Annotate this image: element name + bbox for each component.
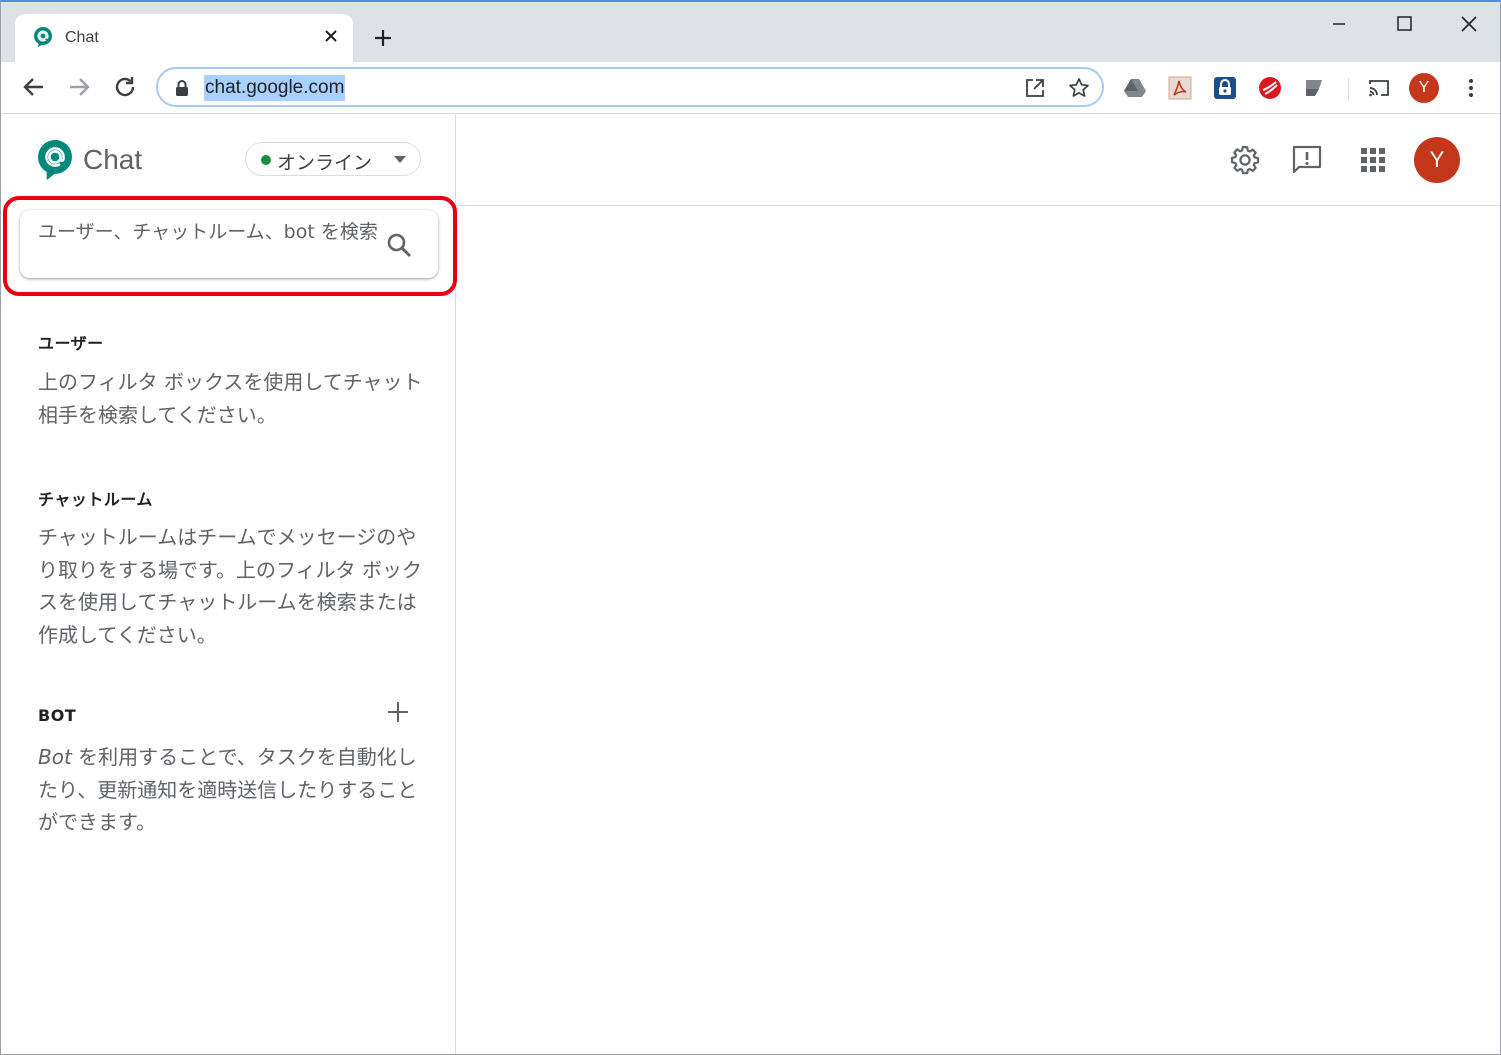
online-status-dot [261, 155, 271, 165]
more-vert-icon[interactable] [1459, 76, 1483, 100]
chat-logo-icon [38, 139, 72, 180]
main-header: Y [457, 114, 1500, 206]
bots-description-italic: Bot [38, 745, 72, 769]
chat-app: Chat オンライン ユーザー、チャットルーム、bot を検索 ユーザー 上のフ… [1, 114, 1500, 1054]
browser-window: Chat chat.google.com Y Chat オンライン ユーザー、チ… [0, 0, 1501, 1055]
users-section-title: ユーザー [38, 334, 104, 353]
address-bar[interactable]: chat.google.com [156, 67, 1104, 107]
search-input[interactable]: ユーザー、チャットルーム、bot を検索 [20, 210, 438, 278]
browser-tab-chat[interactable]: Chat [15, 14, 353, 62]
bots-description-text: を利用することで、タスクを自動化したり、更新通知を適時送信したりすることができま… [38, 745, 418, 834]
chevron-down-icon [394, 156, 406, 163]
users-section-description: 上のフィルタ ボックスを使用してチャット相手を検索してください。 [38, 370, 423, 427]
flag-extension-icon[interactable] [1303, 76, 1327, 100]
search-placeholder[interactable]: ユーザー、チャットルーム、bot を検索 [38, 220, 378, 244]
tab-title: Chat [65, 29, 99, 46]
url-text[interactable]: chat.google.com [204, 75, 346, 101]
app-name: Chat [83, 144, 143, 175]
password-manager-extension-icon[interactable] [1213, 76, 1237, 100]
browser-profile-avatar[interactable]: Y [1409, 73, 1439, 103]
settings-gear-icon[interactable] [1229, 144, 1261, 176]
new-tab-icon[interactable] [371, 26, 395, 50]
bookmark-star-icon[interactable] [1068, 77, 1090, 99]
bots-section-title: BOT [38, 706, 77, 725]
back-arrow-icon[interactable] [21, 74, 47, 100]
feedback-icon[interactable] [1291, 144, 1323, 176]
status-dropdown[interactable]: オンライン [245, 142, 421, 176]
close-tab-icon[interactable] [321, 26, 341, 46]
bots-section-description: Bot を利用することで、タスクを自動化したり、更新通知を適時送信したりすること… [38, 741, 428, 839]
search-icon[interactable] [386, 232, 412, 258]
toolbar-separator [1348, 78, 1349, 100]
minimize-icon[interactable] [1319, 10, 1359, 38]
rooms-section-description: チャットルームはチームでメッセージのやり取りをする場です。上のフィルタ ボックス… [38, 525, 422, 647]
main-panel: Y [457, 114, 1500, 1054]
tab-strip: Chat [1, 2, 1500, 62]
chat-favicon-icon [34, 27, 52, 47]
acrobat-extension-icon[interactable] [1168, 76, 1192, 100]
account-avatar[interactable]: Y [1414, 137, 1460, 183]
browser-toolbar: chat.google.com Y [1, 62, 1500, 114]
cast-icon[interactable] [1367, 76, 1391, 100]
sidebar: Chat オンライン ユーザー、チャットルーム、bot を検索 ユーザー 上のフ… [1, 114, 457, 1054]
rooms-section-title: チャットルーム [38, 490, 153, 509]
status-label: オンライン [277, 152, 373, 174]
lock-icon[interactable] [174, 79, 190, 97]
window-close-icon[interactable] [1449, 10, 1489, 38]
drive-extension-icon[interactable] [1123, 76, 1147, 100]
trend-micro-extension-icon[interactable] [1258, 76, 1282, 100]
add-bot-icon[interactable] [386, 700, 410, 724]
maximize-icon[interactable] [1384, 10, 1424, 38]
forward-arrow-icon[interactable] [66, 74, 92, 100]
reload-icon[interactable] [112, 74, 138, 100]
apps-grid-icon[interactable] [1357, 144, 1389, 176]
open-in-app-icon[interactable] [1024, 77, 1046, 99]
